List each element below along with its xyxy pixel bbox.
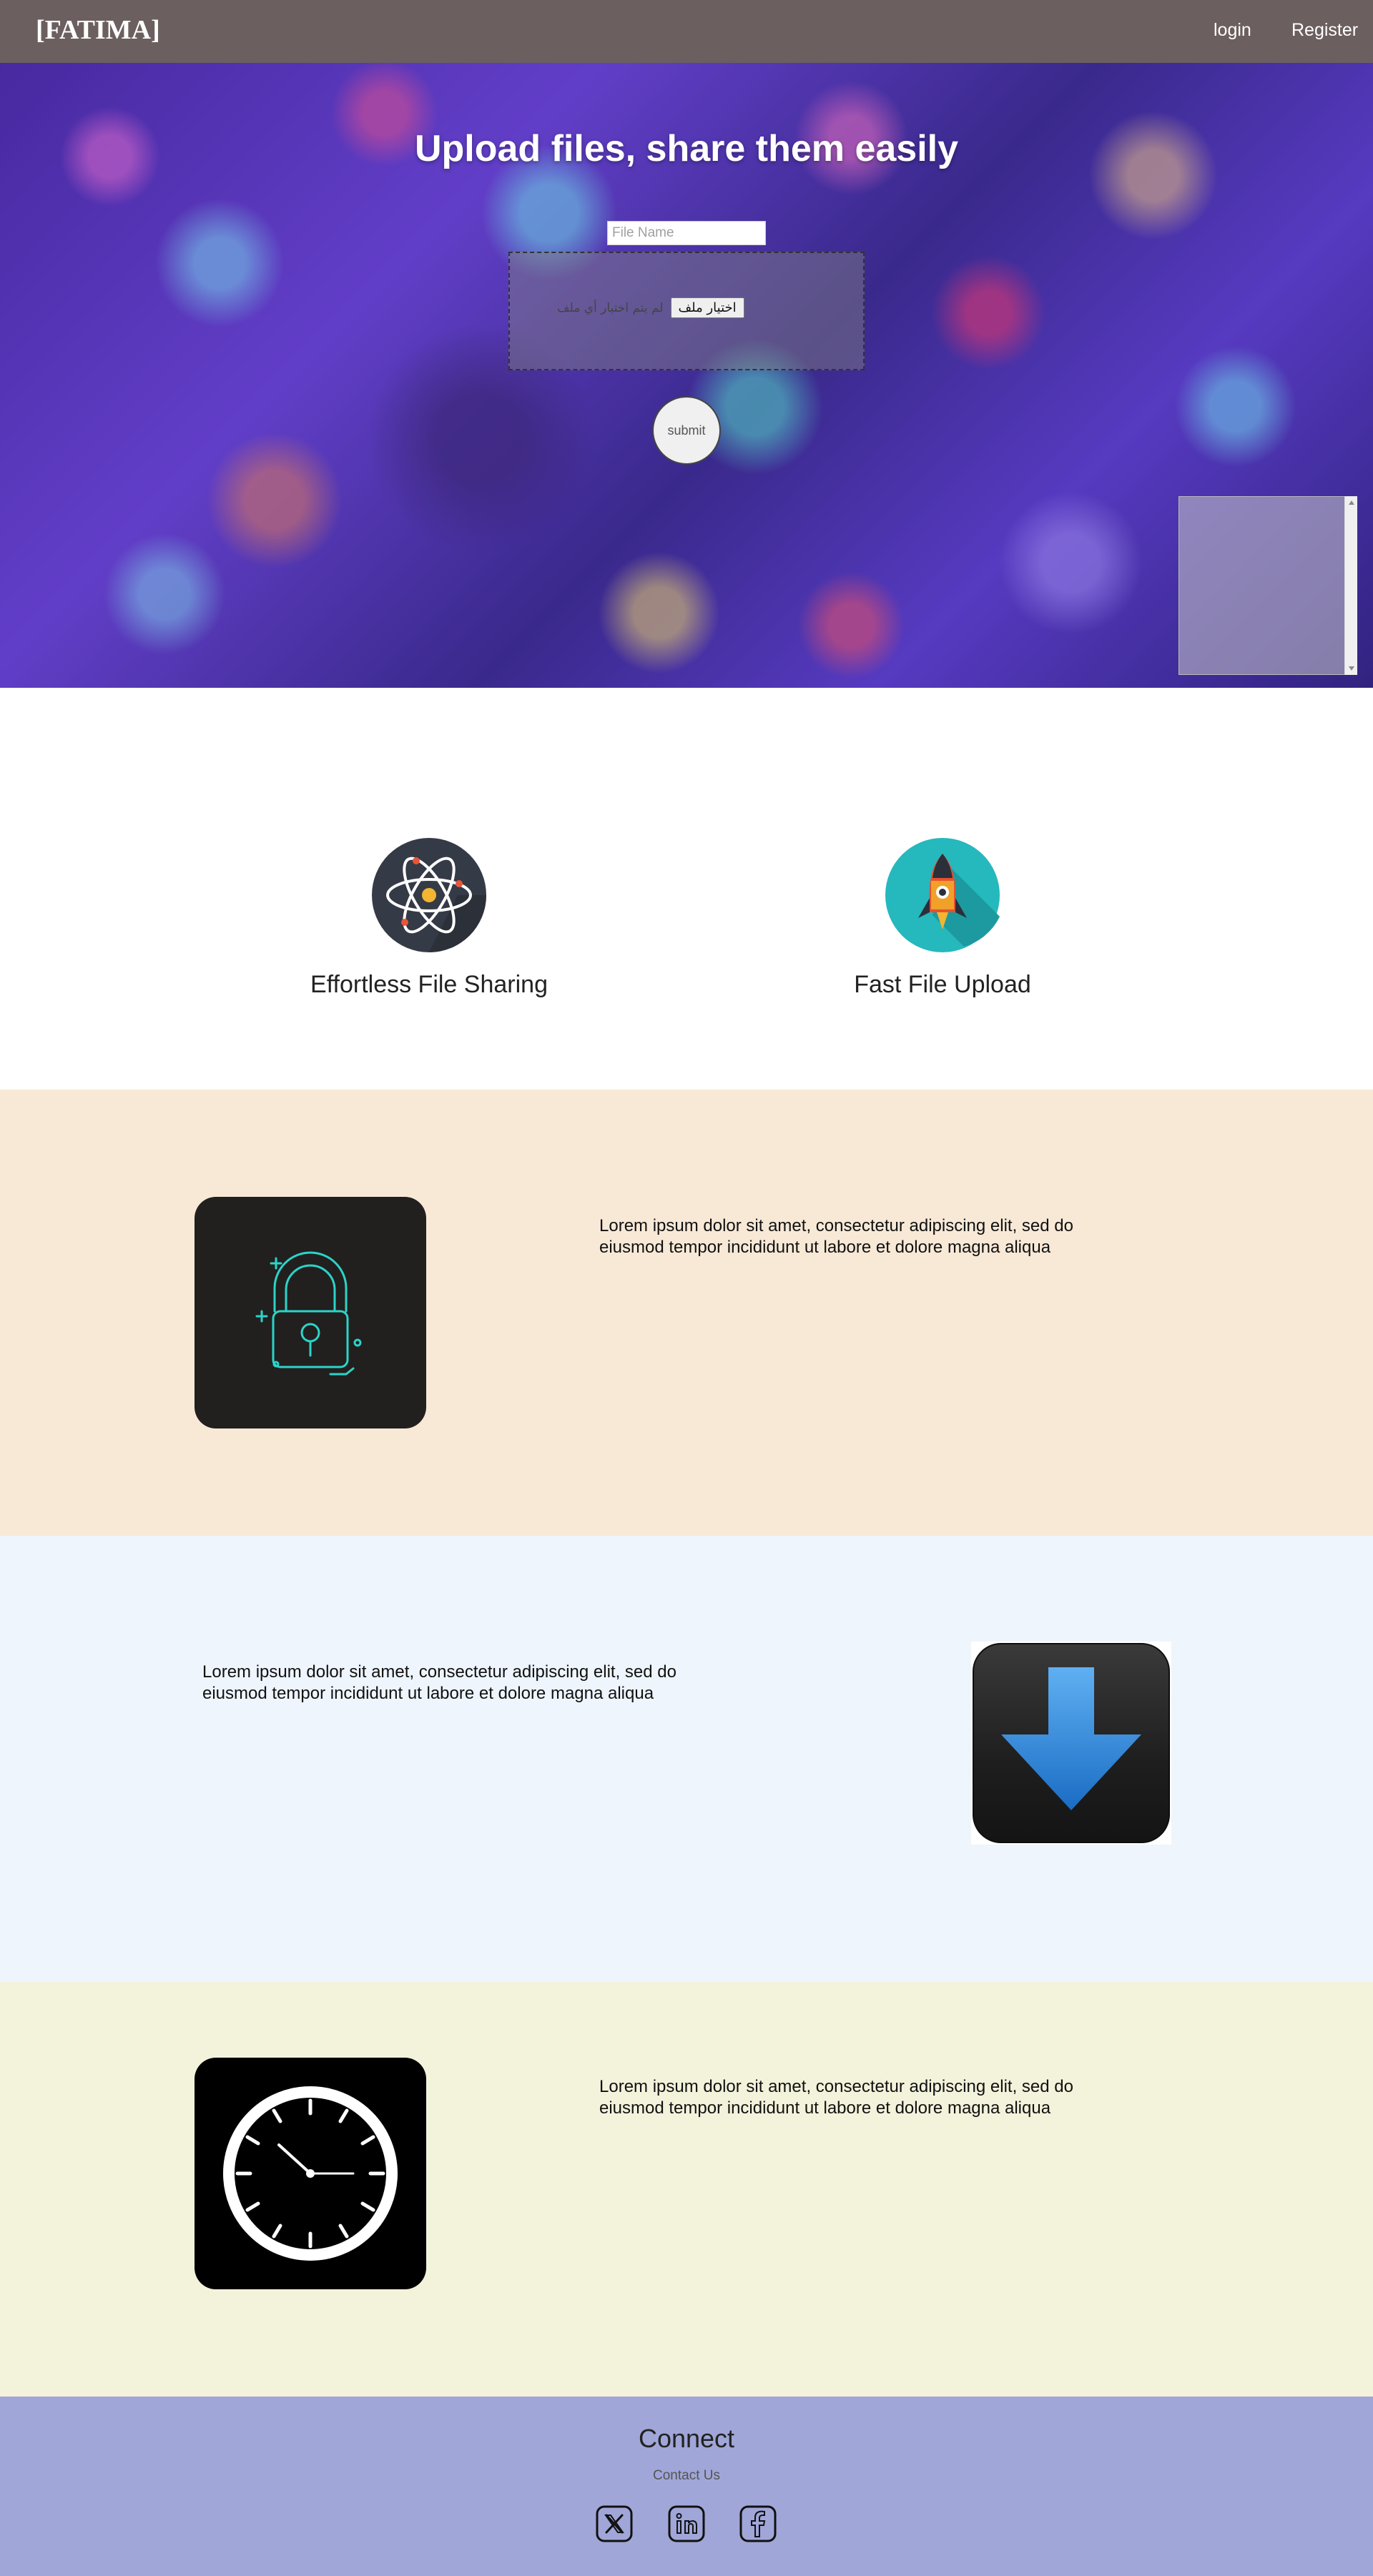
side-textarea[interactable] xyxy=(1178,496,1357,675)
login-link[interactable]: login xyxy=(1214,20,1251,41)
textarea-scrollbar[interactable] xyxy=(1344,496,1357,675)
contact-us-link[interactable]: Contact Us xyxy=(0,2468,1373,2484)
clock-icon xyxy=(195,2058,426,2289)
features-section: Effortless File Sharing Fast File Upload xyxy=(0,688,1373,1090)
submit-button[interactable]: submit xyxy=(652,396,721,465)
download-arrow-icon xyxy=(971,1642,1171,1845)
info-text: Lorem ipsum dolor sit amet, consectetur … xyxy=(599,2077,1073,2118)
info-text: Lorem ipsum dolor sit amet, consectetur … xyxy=(599,1216,1073,1257)
info-section-time: Lorem ipsum dolor sit amet, consectetur … xyxy=(0,1982,1373,2428)
linkedin-icon[interactable] xyxy=(668,2505,705,2542)
register-link[interactable]: Register xyxy=(1291,20,1358,41)
atom-icon xyxy=(372,838,486,952)
brand-logo[interactable]: [FATIMA] xyxy=(36,14,160,46)
footer-title: Connect xyxy=(638,2424,735,2453)
feature-card: Fast File Upload xyxy=(764,838,1121,999)
site-header: [FATIMA] login Register xyxy=(0,0,1373,63)
choose-file-button[interactable]: اختيار ملف xyxy=(670,297,744,318)
hero-section: Upload files, share them easily اختيار م… xyxy=(0,63,1373,688)
file-input[interactable]: اختيار ملف لم يتم اختيار أي ملف xyxy=(557,297,744,318)
rocket-icon xyxy=(885,838,1000,952)
feature-title: Effortless File Sharing xyxy=(310,971,548,998)
site-footer: Connect Contact Us xyxy=(0,2397,1373,2576)
info-text: Lorem ipsum dolor sit amet, consectetur … xyxy=(202,1662,676,1703)
file-dropzone[interactable]: اختيار ملف لم يتم اختيار أي ملف xyxy=(508,252,865,370)
facebook-icon[interactable] xyxy=(739,2505,777,2542)
feature-title: Fast File Upload xyxy=(854,971,1031,998)
x-icon[interactable] xyxy=(596,2505,633,2542)
feature-card: Effortless File Sharing xyxy=(250,838,608,999)
file-status-text: لم يتم اختيار أي ملف xyxy=(557,300,664,315)
lock-icon xyxy=(195,1197,426,1428)
file-name-input[interactable] xyxy=(607,221,766,245)
info-section-download: Lorem ipsum dolor sit amet, consectetur … xyxy=(0,1536,1373,1982)
download-icon-tile xyxy=(973,1643,1170,1843)
hero-title: Upload files, share them easily xyxy=(414,128,959,169)
info-section-security: Lorem ipsum dolor sit amet, consectetur … xyxy=(0,1090,1373,1536)
